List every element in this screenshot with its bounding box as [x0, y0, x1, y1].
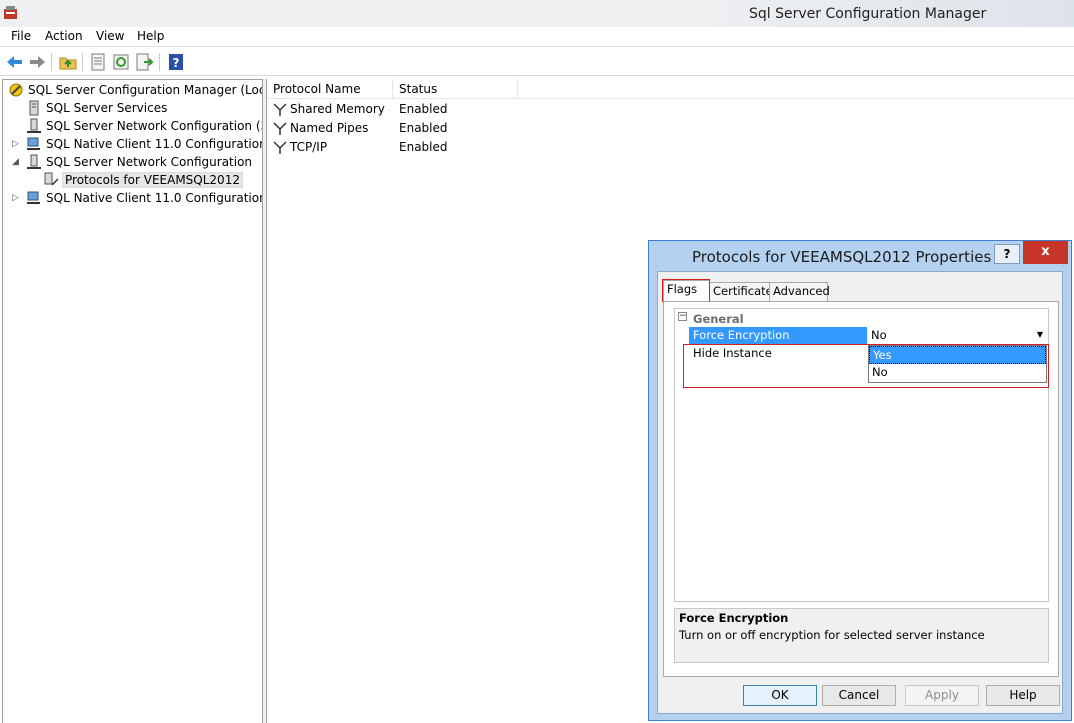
- menu-file[interactable]: File: [11, 29, 31, 43]
- window-title: Sql Server Configuration Manager: [749, 6, 987, 22]
- client-computer-icon: [27, 137, 40, 150]
- tree-label: SQL Native Client 11.0 Configuration: [46, 191, 263, 205]
- apply-button[interactable]: Apply: [905, 685, 979, 706]
- tree-label-selected: Protocols for VEEAMSQL2012: [62, 172, 243, 188]
- up-folder-icon[interactable]: [58, 52, 78, 72]
- dropdown-option-yes[interactable]: Yes: [869, 346, 1046, 364]
- toolbar: ?: [0, 48, 1074, 76]
- properties-dialog: Protocols for VEEAMSQL2012 Properties ? …: [648, 240, 1072, 721]
- list-row[interactable]: TCP/IP Enabled: [267, 138, 667, 157]
- network-config-icon: [27, 154, 41, 169]
- tab-advanced[interactable]: Advanced: [769, 282, 830, 301]
- dialog-close-button[interactable]: x: [1023, 241, 1068, 264]
- back-arrow-icon[interactable]: [5, 52, 25, 72]
- list-header: Protocol Name Status: [267, 79, 1074, 99]
- property-name: Force Encryption: [689, 327, 867, 344]
- forward-arrow-icon[interactable]: [27, 52, 47, 72]
- protocol-status: Enabled: [399, 121, 448, 135]
- toolbar-separator: [159, 53, 160, 71]
- property-value-select[interactable]: No ▼: [868, 327, 1048, 344]
- help-button[interactable]: Help: [986, 685, 1060, 706]
- flags-tab-highlight: [662, 279, 710, 302]
- cancel-button[interactable]: Cancel: [822, 685, 896, 706]
- category-general[interactable]: − General: [675, 309, 1048, 327]
- menu-view[interactable]: View: [96, 29, 124, 43]
- column-header-status[interactable]: Status: [393, 79, 518, 99]
- protocol-name: Named Pipes: [290, 121, 369, 135]
- protocol-status: Enabled: [399, 102, 448, 116]
- dialog-help-button[interactable]: ?: [994, 244, 1020, 264]
- selected-tree-label: Protocols for VEEAMSQL2012: [62, 172, 243, 188]
- menu-bar: File Action View Help: [0, 27, 1074, 47]
- console-tree: SQL Server Configuration Manager (Local)…: [2, 79, 263, 723]
- dialog-title: Protocols for VEEAMSQL2012 Properties: [692, 248, 992, 266]
- list-row[interactable]: Named Pipes Enabled: [267, 119, 667, 138]
- expand-arrow-icon[interactable]: ▷: [12, 194, 20, 203]
- menu-help[interactable]: Help: [137, 29, 164, 43]
- help-icon[interactable]: ?: [166, 52, 186, 72]
- value-dropdown-list: Yes No: [868, 345, 1047, 383]
- tree-label: SQL Native Client 11.0 Configuration (32…: [46, 137, 263, 151]
- property-grid: − General Force Encryption No ▼ Hide Ins…: [674, 308, 1049, 602]
- expand-arrow-icon[interactable]: ▷: [12, 140, 20, 149]
- category-label: General: [693, 312, 744, 326]
- protocol-name: Shared Memory: [290, 102, 385, 116]
- menu-action[interactable]: Action: [45, 29, 83, 43]
- protocols-icon: [44, 172, 59, 186]
- description-text: Turn on or off encryption for selected s…: [679, 628, 985, 642]
- export-list-icon[interactable]: [134, 52, 154, 72]
- ok-button[interactable]: OK: [743, 685, 817, 706]
- column-header-protocol-name[interactable]: Protocol Name: [267, 79, 393, 99]
- client-computer-icon: [27, 191, 40, 204]
- collapse-arrow-icon[interactable]: ◢: [12, 158, 20, 167]
- tree-label: SQL Server Network Configuration (32bit: [46, 119, 262, 133]
- title-bar: Sql Server Configuration Manager: [0, 0, 1074, 27]
- svg-text:?: ?: [173, 56, 180, 70]
- dialog-body: Flags Certificate Advanced − General For…: [657, 271, 1063, 714]
- protocol-name: TCP/IP: [290, 140, 328, 154]
- tree-label: SQL Server Network Configuration: [46, 155, 253, 169]
- network-config-icon: [27, 118, 41, 133]
- tab-certificate[interactable]: Certificate: [709, 282, 773, 301]
- protocol-icon: [273, 122, 287, 135]
- server-icon: [29, 100, 39, 116]
- property-value: No: [871, 328, 887, 342]
- app-icon[interactable]: [2, 4, 19, 21]
- description-title: Force Encryption: [679, 611, 789, 625]
- property-force-encryption[interactable]: Force Encryption No ▼: [689, 327, 1048, 344]
- list-row[interactable]: Shared Memory Enabled: [267, 100, 667, 119]
- description-panel: Force Encryption Turn on or off encrypti…: [674, 608, 1049, 663]
- toolbar-separator: [51, 53, 52, 71]
- properties-icon[interactable]: [88, 52, 108, 72]
- collapse-icon[interactable]: −: [678, 312, 687, 321]
- protocol-icon: [273, 141, 287, 154]
- dropdown-arrow-icon[interactable]: ▼: [1033, 328, 1047, 342]
- dropdown-option-no[interactable]: No: [869, 364, 1046, 382]
- flags-tab-page: − General Force Encryption No ▼ Hide Ins…: [663, 301, 1059, 677]
- config-manager-icon: [9, 83, 23, 97]
- protocol-icon: [273, 103, 287, 116]
- refresh-icon[interactable]: [111, 52, 131, 72]
- protocol-status: Enabled: [399, 140, 448, 154]
- tree-label: SQL Server Services: [46, 101, 168, 115]
- tree-label: SQL Server Configuration Manager (Local): [28, 83, 263, 97]
- toolbar-separator: [82, 53, 83, 71]
